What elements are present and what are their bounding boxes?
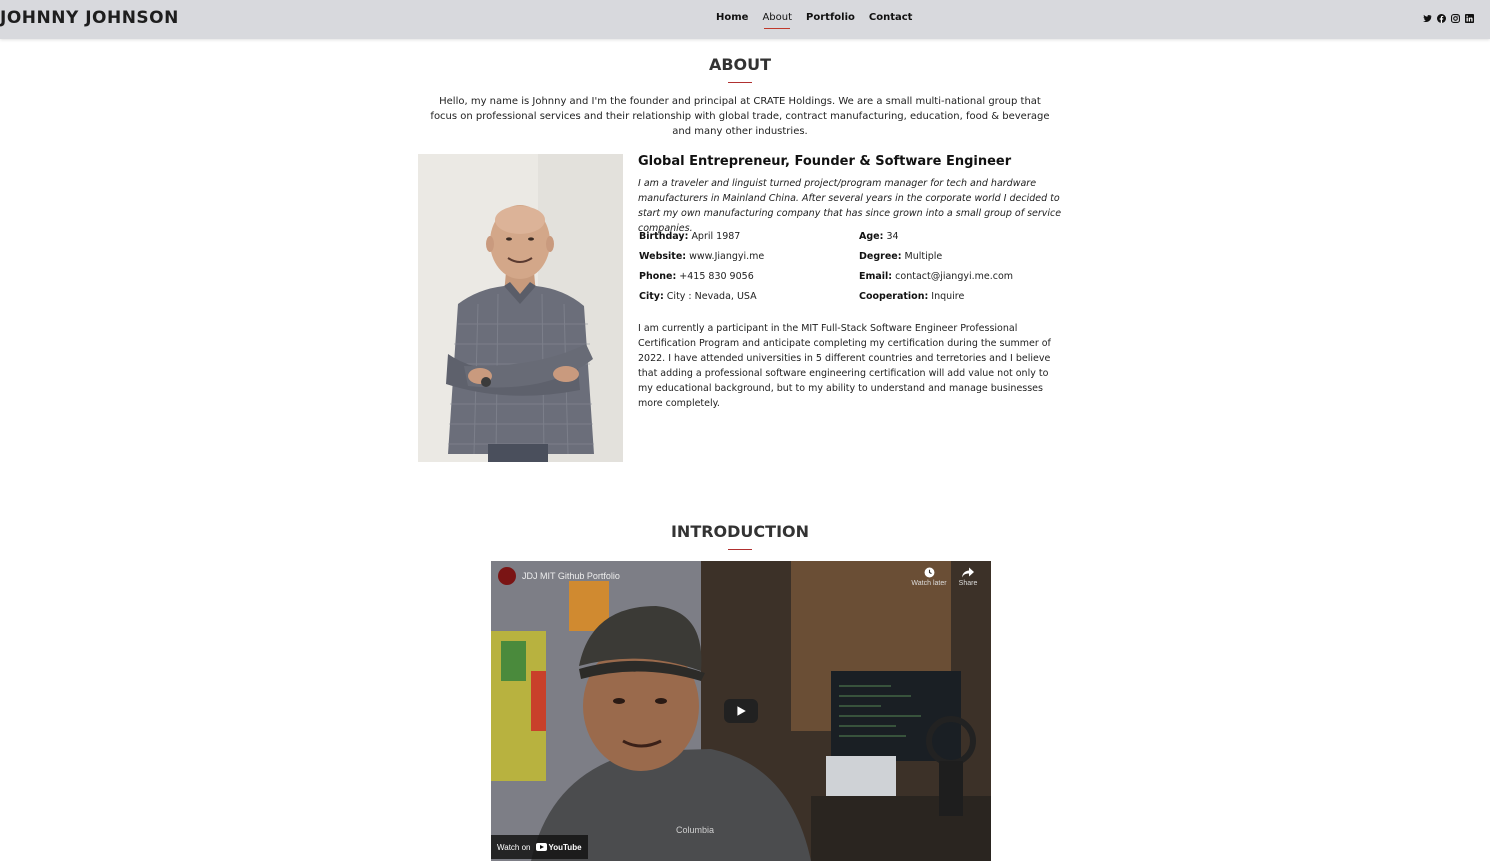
fact-website: Website: www.Jiangyi.me [639,251,765,262]
fact-city: City: City : Nevada, USA [639,291,757,302]
nav-portfolio[interactable]: Portfolio [806,12,855,27]
video-jacket-text: Columbia [676,825,714,835]
profile-photo [418,154,623,462]
profile-summary: I am a traveler and linguist turned proj… [638,178,1062,234]
channel-avatar[interactable] [498,567,516,585]
youtube-play-icon [535,843,547,851]
play-button[interactable] [724,699,758,723]
about-title-underline [728,82,752,83]
fact-age: Age: 34 [859,231,899,242]
share-icon [962,567,974,578]
top-navbar: JOHNNY JOHNSON Home About Portfolio Cont… [0,0,1490,39]
nav-about[interactable]: About [762,12,792,29]
nav-home[interactable]: Home [716,12,748,27]
linkedin-icon[interactable] [1465,14,1474,23]
main-nav: Home About Portfolio Contact [716,12,913,29]
instagram-icon[interactable] [1451,14,1460,23]
about-intro: Hello, my name is Johnny and I'm the fou… [430,96,1050,137]
fact-degree: Degree: Multiple [859,251,943,262]
profile-body: I am currently a participant in the MIT … [638,323,1051,409]
social-links [1423,14,1474,23]
profile-headline: Global Entrepreneur, Founder & Software … [638,154,1012,169]
introduction-title-underline [728,549,752,550]
website-link[interactable]: www.Jiangyi.me [689,251,764,262]
fact-phone: Phone: +415 830 9056 [639,271,754,282]
fact-email: Email: contact@jiangyi.me.com [859,271,1014,282]
twitter-icon[interactable] [1423,14,1432,23]
email-link[interactable]: contact@jiangyi.me.com [895,271,1013,282]
clock-icon [924,567,934,578]
play-icon [737,706,746,716]
fact-birthday: Birthday: April 1987 [639,231,741,242]
introduction-title: INTRODUCTION [670,522,810,541]
about-title: ABOUT [708,55,772,74]
youtube-logo: YouTube [535,843,582,852]
video-title[interactable]: JDJ MIT Github Portfolio [522,571,620,581]
video-player[interactable]: Columbia JDJ MIT Github Portfolio Watch … [491,561,991,861]
profile-photo-illustration [418,154,623,462]
watch-later-button[interactable]: Watch later [909,567,949,587]
nav-contact[interactable]: Contact [869,12,913,27]
watch-on-youtube-button[interactable]: Watch on YouTube [491,835,588,859]
facebook-icon[interactable] [1437,14,1446,23]
site-brand[interactable]: JOHNNY JOHNSON [0,8,179,28]
fact-cooperation: Cooperation: Inquire [859,291,965,302]
share-button[interactable]: Share [953,567,983,587]
